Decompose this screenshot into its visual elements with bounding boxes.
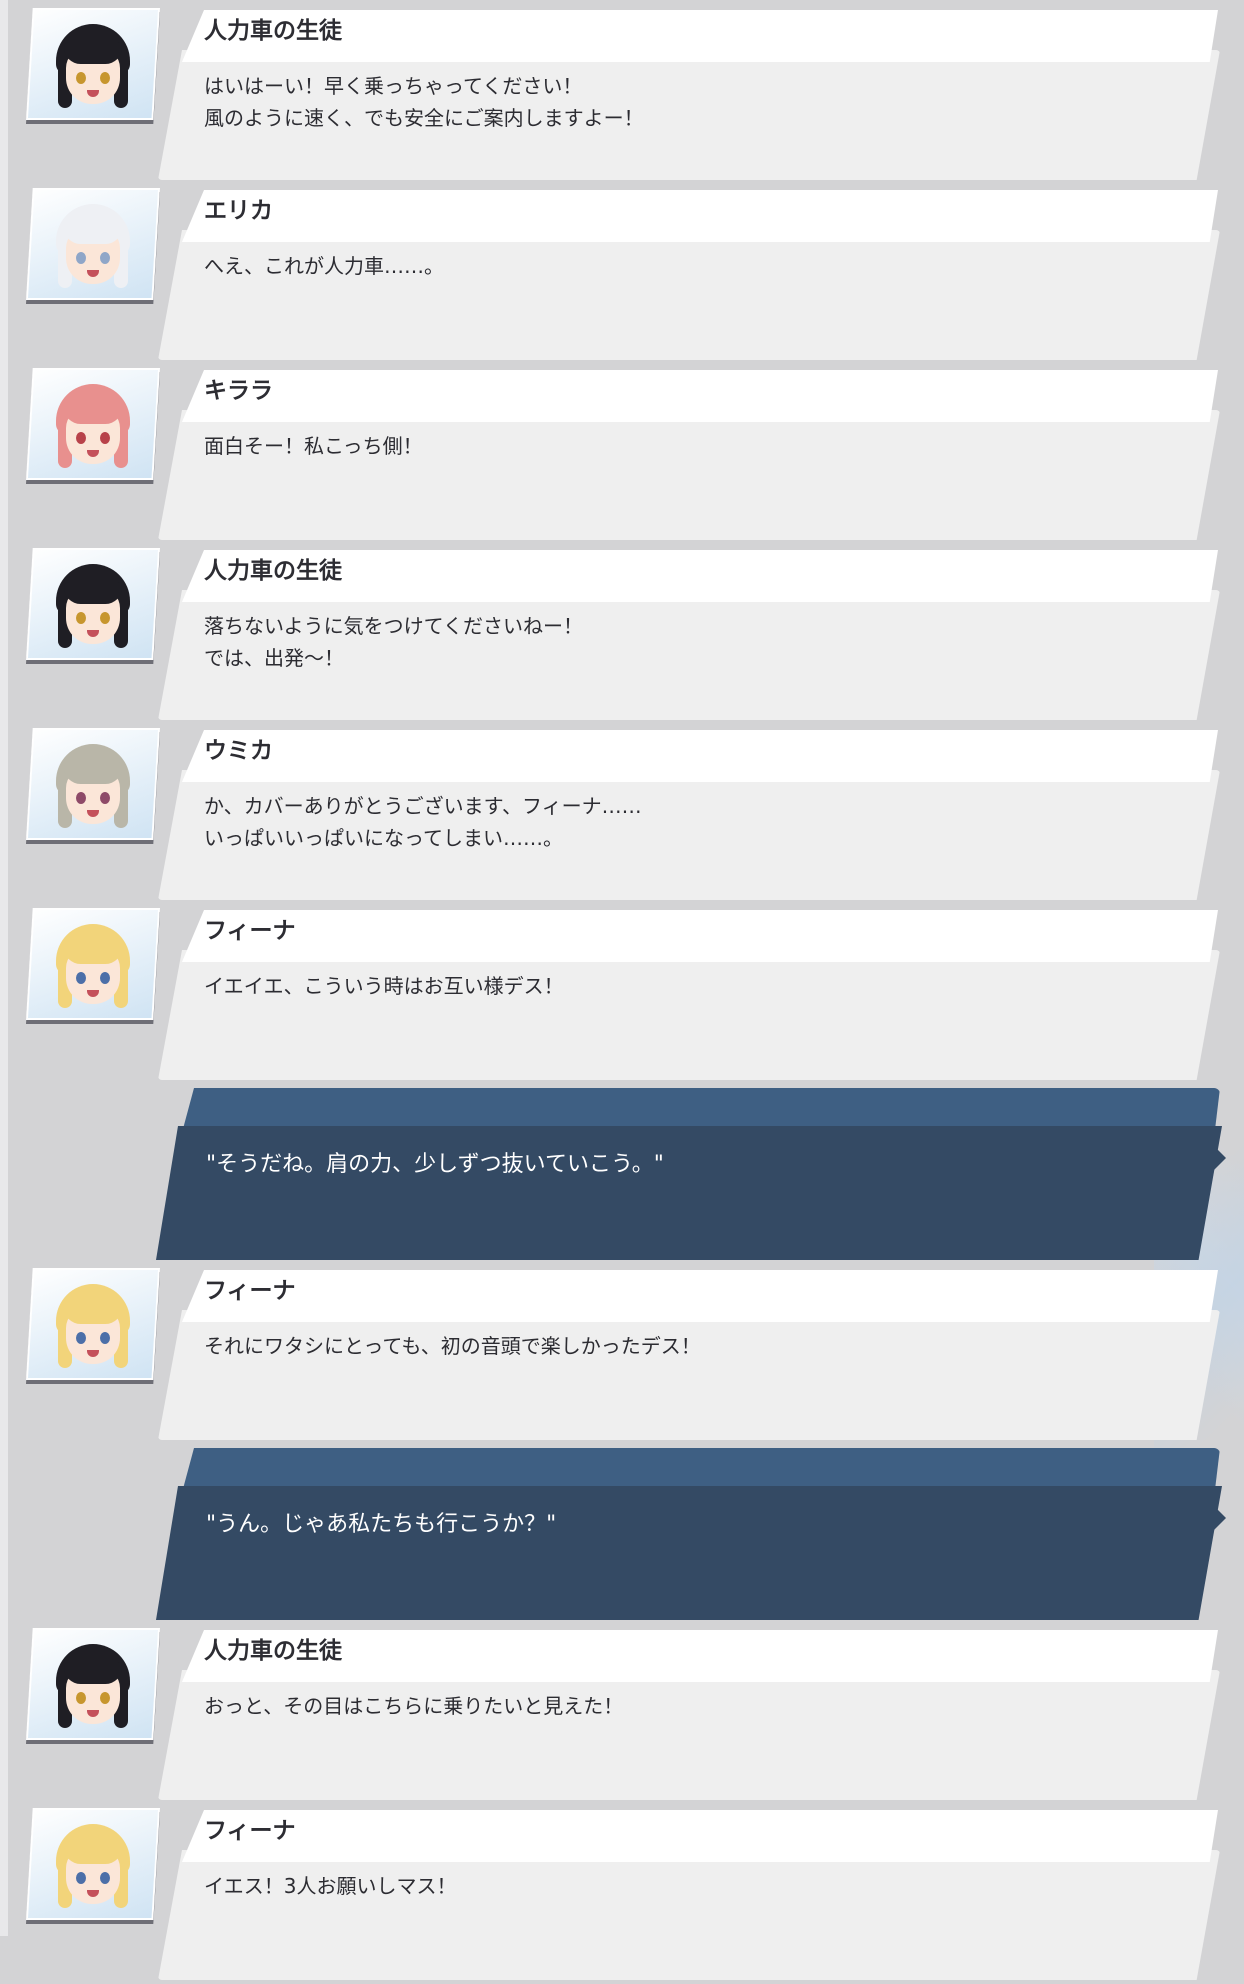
player-bubble-pointer	[1212, 1504, 1226, 1532]
dialogue-line: イエイエ、こういう時はお互い様デス！	[204, 974, 564, 998]
character-portrait	[54, 1824, 132, 1912]
character-portrait	[54, 744, 132, 832]
player-line: "そうだね。肩の力、少しずつ抜いていこう。"	[206, 1152, 664, 1177]
speaker-name: エリカ	[204, 198, 273, 224]
speaker-name: 人力車の生徒	[204, 558, 342, 584]
character-portrait	[54, 1284, 132, 1372]
speaker-name-tab	[182, 730, 1218, 782]
dialogue-entry: エリカ へえ、これが人力車……。	[0, 184, 1244, 364]
dialogue-line: 風のように速く、でも安全にご案内しますよー！	[204, 106, 644, 130]
dialogue-line: か、カバーありがとうございます、フィーナ……	[204, 794, 642, 818]
character-portrait	[54, 1644, 132, 1732]
dialogue-line: それにワタシにとっても、初の音頭で楽しかったデス！	[204, 1334, 701, 1358]
speaker-name: 人力車の生徒	[204, 1638, 342, 1664]
avatar[interactable]	[28, 190, 158, 298]
dialogue-log[interactable]: 人力車の生徒 はいはーい！早く乗っちゃってください！ 風のように速く、でも安全にご…	[0, 0, 1244, 1980]
speaker-name: 人力車の生徒	[204, 18, 342, 44]
character-portrait	[54, 924, 132, 1012]
avatar[interactable]	[28, 910, 158, 1018]
dialogue-line: へえ、これが人力車……。	[204, 254, 444, 278]
speaker-name-tab	[182, 910, 1218, 962]
character-portrait	[54, 204, 132, 292]
avatar[interactable]	[28, 10, 158, 118]
dialogue-line: おっと、その目はこちらに乗りたいと見えた！	[204, 1694, 624, 1718]
player-dialogue-entry: "うん。じゃあ私たちも行こうか？"	[0, 1444, 1244, 1624]
dialogue-entry: キララ 面白そー！私こっち側！	[0, 364, 1244, 544]
player-bubble	[156, 1486, 1222, 1620]
player-dialogue-entry: "そうだね。肩の力、少しずつ抜いていこう。"	[0, 1084, 1244, 1264]
avatar[interactable]	[28, 1810, 158, 1918]
avatar[interactable]	[28, 550, 158, 658]
dialogue-entry: 人力車の生徒 落ちないように気をつけてくださいねー！ では、出発〜！	[0, 544, 1244, 724]
character-portrait	[54, 24, 132, 112]
speaker-name-tab	[182, 190, 1218, 242]
player-line: "うん。じゃあ私たちも行こうか？"	[206, 1512, 557, 1537]
dialogue-line: いっぱいいっぱいになってしまい……。	[204, 826, 563, 850]
dialogue-entry: 人力車の生徒 おっと、その目はこちらに乗りたいと見えた！	[0, 1624, 1244, 1804]
speaker-name-tab	[182, 1810, 1218, 1862]
speaker-name: キララ	[204, 378, 273, 404]
dialogue-line: 面白そー！私こっち側！	[204, 434, 423, 458]
avatar[interactable]	[28, 730, 158, 838]
dialogue-line: では、出発〜！	[204, 646, 344, 670]
dialogue-line: イエス！3人お願いしマス！	[204, 1874, 457, 1898]
character-portrait	[54, 564, 132, 652]
avatar[interactable]	[28, 370, 158, 478]
dialogue-entry: フィーナ イエイエ、こういう時はお互い様デス！	[0, 904, 1244, 1084]
speaker-name: ウミカ	[204, 738, 273, 764]
player-bubble	[156, 1126, 1222, 1260]
speaker-name-tab	[182, 1270, 1218, 1322]
dialogue-entry: フィーナ それにワタシにとっても、初の音頭で楽しかったデス！	[0, 1264, 1244, 1444]
player-bubble-pointer	[1212, 1144, 1226, 1172]
avatar[interactable]	[28, 1630, 158, 1738]
speaker-name: フィーナ	[204, 1818, 296, 1844]
character-portrait	[54, 384, 132, 472]
speaker-name: フィーナ	[204, 1278, 296, 1304]
dialogue-entry: 人力車の生徒 はいはーい！早く乗っちゃってください！ 風のように速く、でも安全にご…	[0, 4, 1244, 184]
speaker-name: フィーナ	[204, 918, 296, 944]
avatar[interactable]	[28, 1270, 158, 1378]
dialogue-line: はいはーい！早く乗っちゃってください！	[204, 74, 583, 98]
dialogue-entry: フィーナ イエス！3人お願いしマス！	[0, 1804, 1244, 1984]
dialogue-entry: ウミカ か、カバーありがとうございます、フィーナ…… いっぱいいっぱいになってしま…	[0, 724, 1244, 904]
speaker-name-tab	[182, 370, 1218, 422]
dialogue-line: 落ちないように気をつけてくださいねー！	[204, 614, 583, 638]
